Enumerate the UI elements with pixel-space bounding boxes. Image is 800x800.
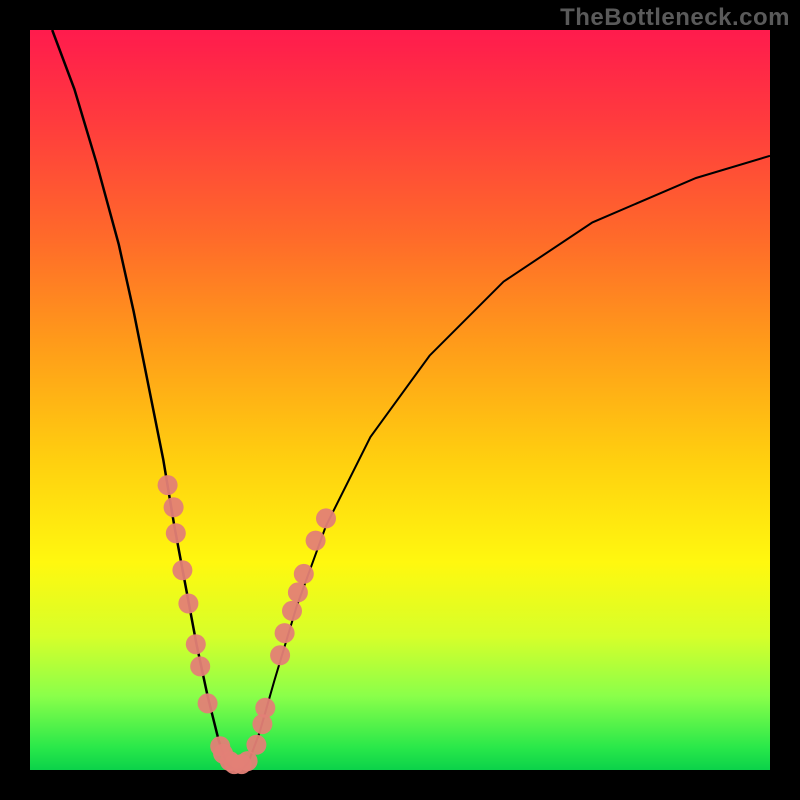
plot-area bbox=[30, 30, 770, 770]
chart-frame: TheBottleneck.com bbox=[0, 0, 800, 800]
watermark-text: TheBottleneck.com bbox=[560, 4, 790, 32]
